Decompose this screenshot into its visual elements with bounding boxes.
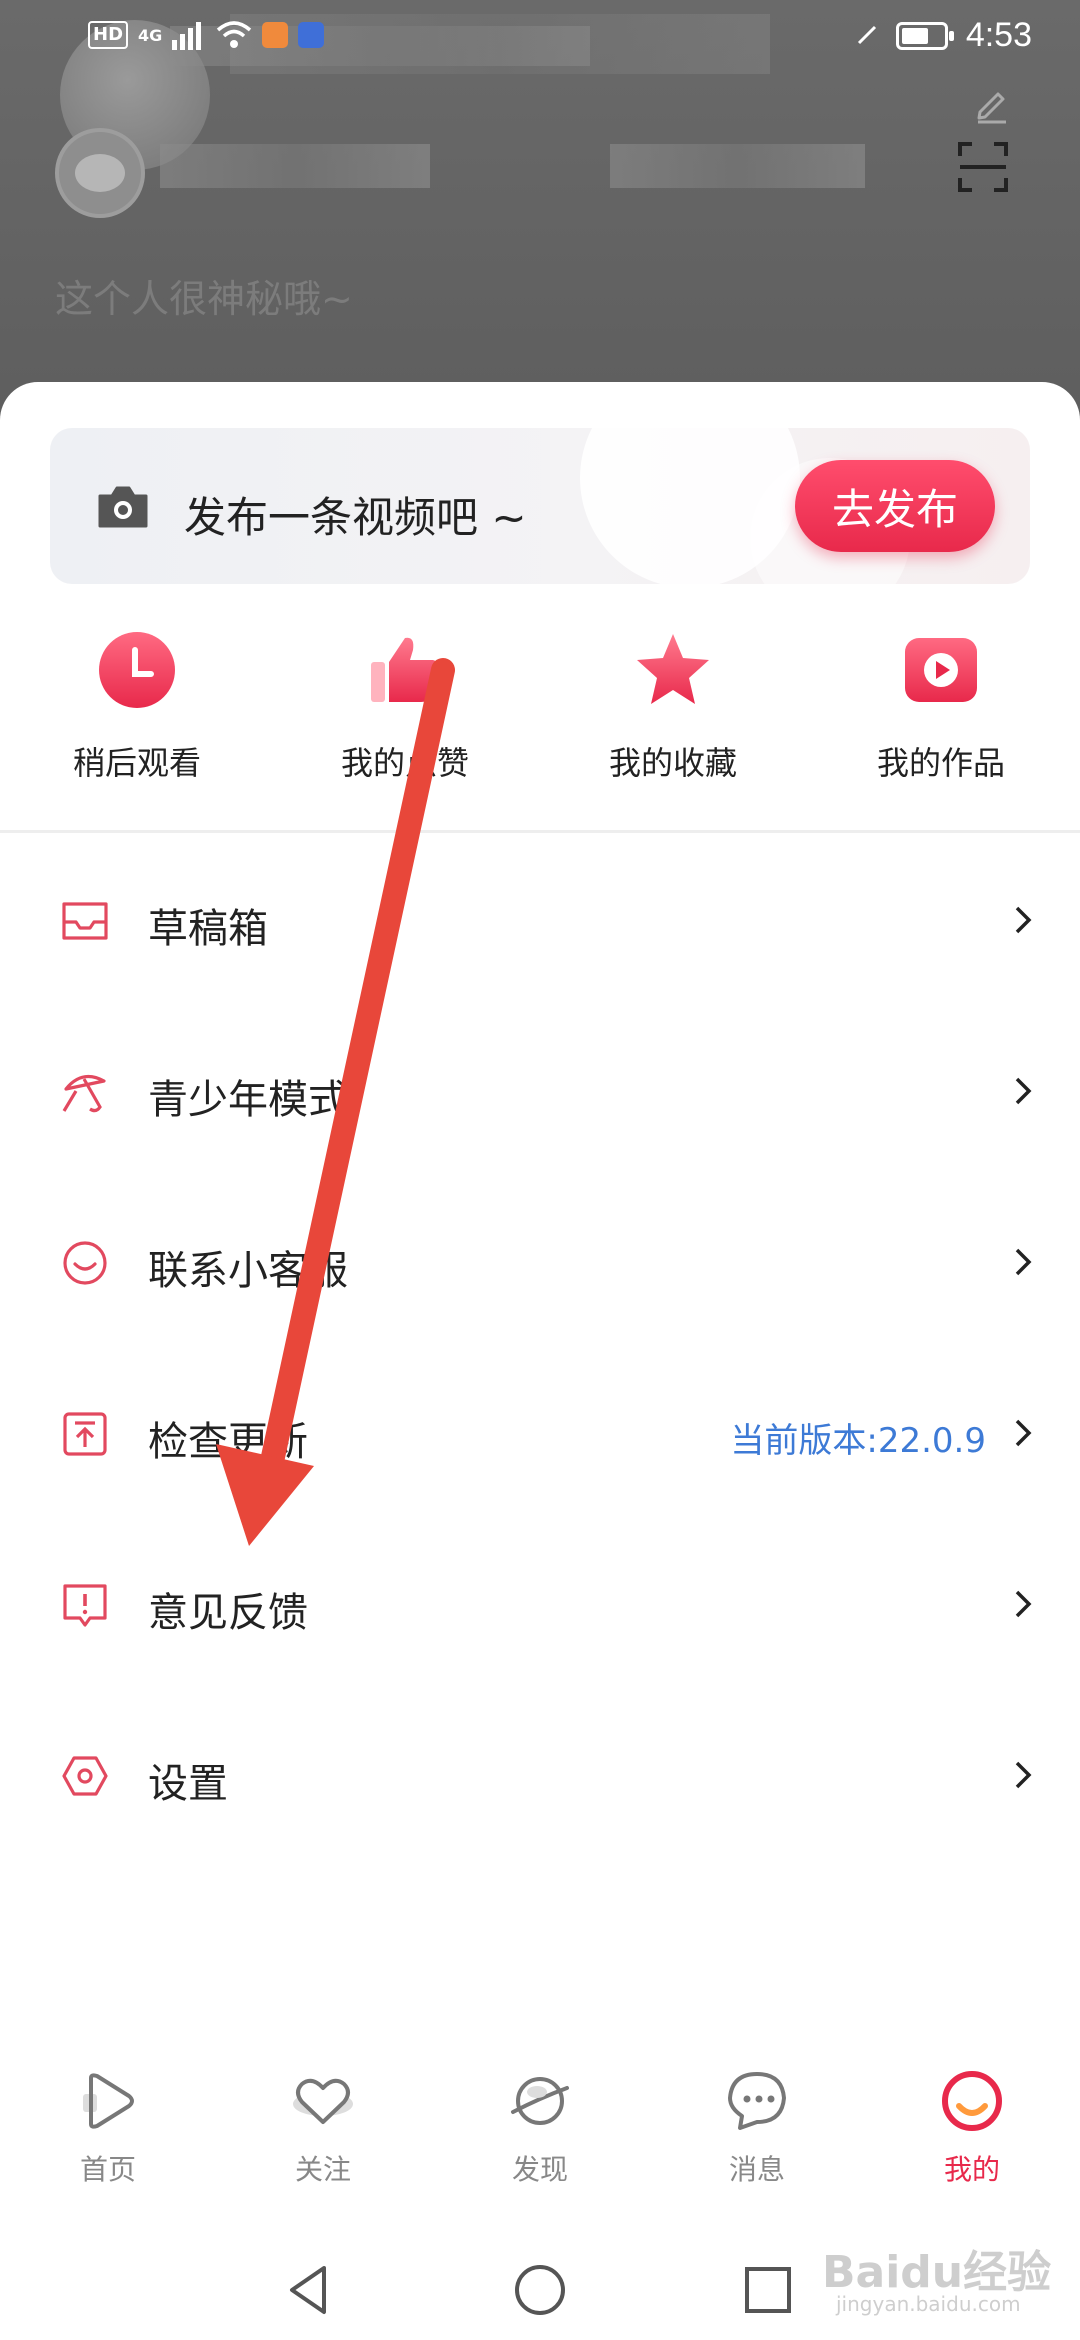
quick-action-works[interactable]: 我的作品 [841,630,1041,784]
clock: 4:53 [965,16,1032,54]
signal-icon [172,22,202,50]
recents-icon[interactable] [738,2260,798,2320]
profile-ring-icon [942,2071,1002,2131]
hd-badge: HD [88,21,129,49]
menu-item-customer-service[interactable]: 联系小客服 [0,1208,1080,1318]
feedback-icon [63,1584,107,1627]
menu-item-drafts[interactable]: 草稿箱 [0,866,1080,976]
menu-item-label: 意见反馈 [148,1590,308,1636]
nav-item-discover[interactable]: 发现 [440,2060,640,2188]
quick-action-label: 我的作品 [876,744,1005,782]
nav-label: 关注 [294,2153,351,2186]
menu-item-label: 检查更新 [148,1419,308,1465]
wifi-icon [217,21,252,48]
planet-icon [511,2077,569,2125]
chevron-right-icon [1015,1248,1032,1276]
camera-icon [98,486,148,528]
network-type: 4G [138,25,163,45]
profile-header: HD 4G 4:53 这个人很神秘哦~ [0,0,1080,420]
play-icon [905,638,977,702]
nav-item-home[interactable]: 首页 [8,2060,208,2188]
back-icon[interactable] [280,2260,340,2320]
chevron-right-icon [1015,1761,1032,1789]
publish-prompt: 发布一条视频吧 ~ [184,493,527,542]
current-version-text: 当前版本:22.0.9 [730,1421,986,1461]
profile-bio: 这个人很神秘哦~ [55,277,353,321]
publish-button[interactable]: 去发布 [795,460,995,552]
chevron-right-icon [1015,1077,1032,1105]
upload-icon [63,1412,107,1456]
nav-label: 我的 [943,2153,1000,2186]
quick-action-label: 稍后观看 [72,744,201,782]
nav-item-follow[interactable]: 关注 [223,2060,423,2188]
quick-action-label: 我的收藏 [608,744,737,782]
home-icon[interactable] [510,2260,570,2320]
menu-item-teen-mode[interactable]: 青少年模式 [0,1037,1080,1147]
status-bar: HD 4G 4:53 [0,0,1080,84]
scan-icon[interactable] [956,140,1010,194]
play-outline-icon [83,2073,134,2129]
nav-label: 消息 [728,2153,785,2186]
menu-item-label: 联系小客服 [148,1248,348,1294]
chat-bubble-icon [728,2072,786,2130]
edit-icon[interactable] [972,84,1012,124]
inbox-icon [62,902,108,940]
umbrella-icon [62,1074,106,1113]
quick-action-label: 我的点赞 [340,744,469,782]
chevron-right-icon [1015,1419,1032,1447]
battery-icon [895,21,954,50]
hexagon-settings-icon [62,1756,108,1796]
star-icon [637,634,709,704]
quick-action-watch-later[interactable]: 稍后观看 [37,630,237,784]
menu-item-settings[interactable]: 设置 [0,1721,1080,1831]
bottom-nav: 首页 关注 发现 消息 我的 [0,2060,1080,2200]
nav-item-messages[interactable]: 消息 [657,2060,857,2188]
menu-item-label: 草稿箱 [148,906,268,952]
blurred-stats [610,144,865,188]
smile-icon [63,1241,107,1285]
mute-icon [857,25,876,44]
notification-app-icon [262,22,289,48]
menu-item-check-update[interactable]: 检查更新 当前版本:22.0.9 [0,1379,1080,1489]
menu-item-label: 青少年模式 [148,1077,348,1123]
blurred-id [160,144,430,188]
heart-icon [293,2078,353,2124]
avatar[interactable] [55,128,145,218]
quick-action-likes[interactable]: 我的点赞 [305,630,505,784]
nav-label: 发现 [511,2153,568,2186]
watermark-sub: jingyan.baidu.com [836,2292,1021,2316]
menu-item-label: 设置 [148,1761,228,1807]
nav-item-mine[interactable]: 我的 [872,2060,1072,2188]
chevron-right-icon [1015,906,1032,934]
watermark: Baidu经验 [822,2247,1052,2298]
clock-icon [99,632,175,708]
quick-action-favorites[interactable]: 我的收藏 [573,630,773,784]
menu-item-feedback[interactable]: 意见反馈 [0,1550,1080,1660]
notification-app-icon [298,22,325,48]
section-divider [0,830,1080,833]
thumbs-up-icon [371,637,439,702]
nav-label: 首页 [79,2153,136,2186]
chevron-right-icon [1015,1590,1032,1618]
